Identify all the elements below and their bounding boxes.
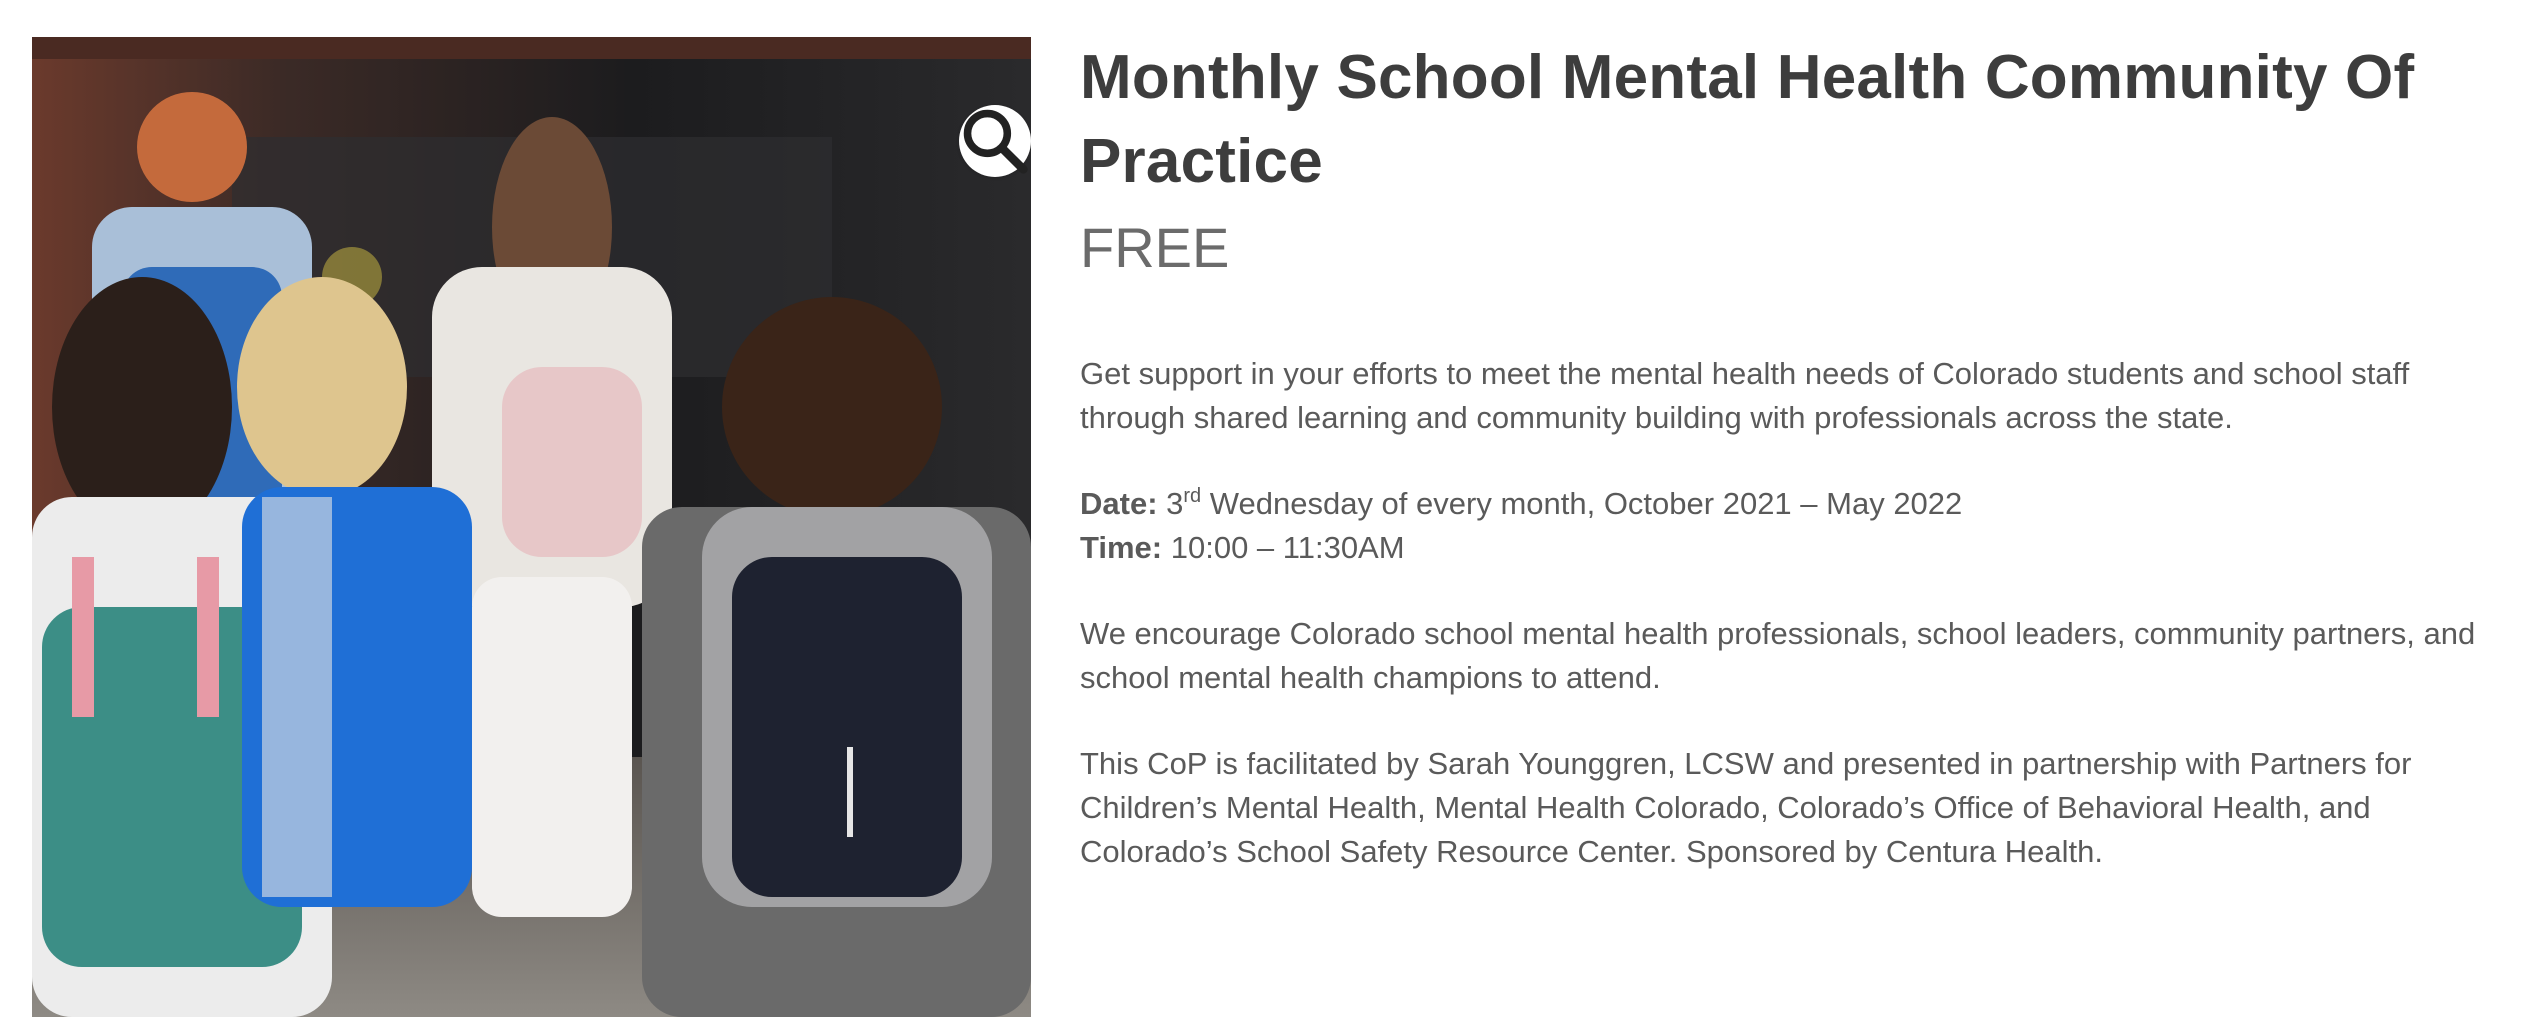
magnifier-icon — [963, 109, 1028, 174]
time-value: 10:00 – 11:30AM — [1162, 530, 1405, 565]
date-line: Date: 3rd Wednesday of every month, Octo… — [1080, 482, 2510, 526]
facilitation-paragraph: This CoP is facilitated by Sarah Younggr… — [1080, 746, 2412, 869]
time-label: Time: — [1080, 530, 1163, 565]
date-ordinal-suffix: rd — [1183, 485, 1202, 507]
encourage-paragraph: We encourage Colorado school mental heal… — [1080, 616, 2476, 695]
time-line: Time: 10:00 – 11:30AM — [1080, 526, 2510, 570]
schedule-paragraph: Date: 3rd Wednesday of every month, Octo… — [1080, 482, 2510, 570]
product-description: Get support in your efforts to meet the … — [1080, 352, 2510, 874]
product-price: FREE — [1080, 216, 1230, 279]
students-backpacks-photo — [32, 37, 1031, 1017]
product-title: Monthly School Mental Health Community O… — [1080, 43, 2415, 196]
date-number: 3 — [1166, 486, 1184, 521]
date-label: Date: — [1080, 486, 1158, 521]
zoom-button[interactable] — [959, 105, 1031, 177]
intro-paragraph: Get support in your efforts to meet the … — [1080, 356, 2410, 435]
date-value: Wednesday of every month, October 2021 –… — [1201, 486, 1963, 521]
product-summary: Monthly School Mental Health Community O… — [1080, 36, 2510, 916]
product-image[interactable] — [32, 37, 1031, 1017]
